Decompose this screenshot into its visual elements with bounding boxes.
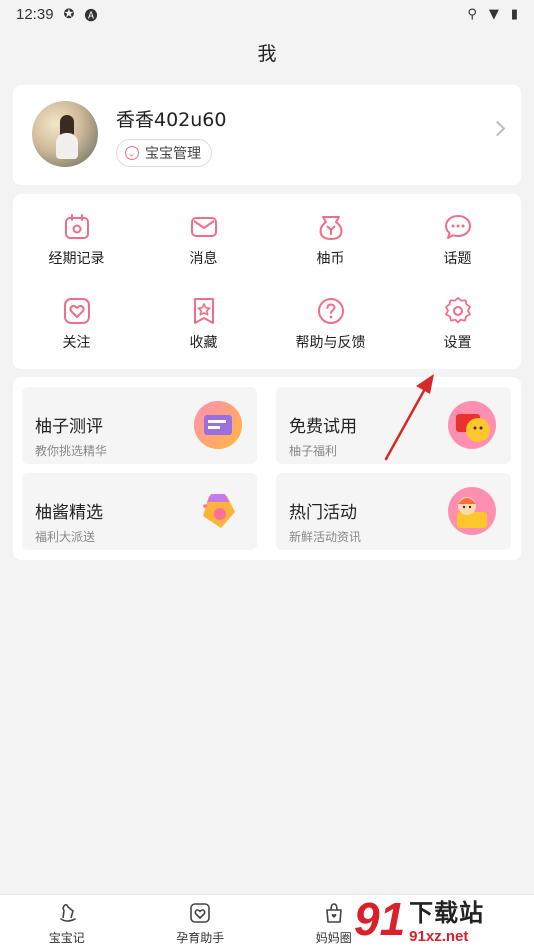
- watermark-domain: 91xz.net: [409, 928, 484, 945]
- bookmark-star-icon: [189, 296, 219, 326]
- promo-title: 柚子测评: [35, 412, 103, 437]
- tab-label: 孕育助手: [176, 929, 224, 946]
- grid-item-label: 帮助与反馈: [296, 332, 366, 352]
- heart-card-icon: [188, 901, 212, 925]
- tab-label: 宝宝记: [49, 929, 85, 946]
- avatar[interactable]: [32, 101, 98, 167]
- status-time: 12:39: [16, 6, 54, 23]
- grid-item-follow[interactable]: 关注: [13, 282, 140, 366]
- promo-tile-events[interactable]: 热门活动 新鲜活动资讯: [276, 473, 511, 550]
- rocking-horse-icon: [55, 901, 79, 925]
- site-watermark: 91 下载站 91xz.net: [354, 888, 534, 950]
- character-illustration-icon: [447, 486, 497, 536]
- a-icon: 🅐: [84, 5, 97, 24]
- profile-card[interactable]: 香香402u60 宝宝管理: [13, 85, 521, 185]
- location-icon: ⚲: [467, 7, 477, 22]
- baby-face-icon: [125, 146, 139, 160]
- red-envelope-illustration-icon: [447, 400, 497, 450]
- tab-baby-diary[interactable]: 宝宝记: [0, 895, 134, 951]
- gift-pouch-illustration-icon: [193, 486, 243, 536]
- promo-subtitle: 新鲜活动资讯: [289, 528, 361, 545]
- grid-item-label: 关注: [63, 332, 91, 352]
- watermark-logo: 91: [354, 892, 405, 946]
- grid-item-settings[interactable]: 设置: [394, 282, 521, 366]
- page-title-bar: 我: [0, 28, 534, 76]
- grid-item-label: 话题: [444, 248, 472, 268]
- bag-icon: [322, 901, 346, 925]
- username: 香香402u60: [116, 105, 226, 132]
- page-title: 我: [257, 39, 276, 66]
- promo-subtitle: 柚子福利: [289, 442, 337, 459]
- baby-management-button[interactable]: 宝宝管理: [116, 139, 212, 167]
- question-icon: [316, 296, 346, 326]
- grid-item-label: 设置: [444, 332, 472, 352]
- coin-bag-icon: [316, 212, 346, 242]
- grid-item-label: 经期记录: [49, 248, 105, 268]
- grid-item-coins[interactable]: 柚币: [267, 198, 394, 282]
- promo-subtitle: 教你挑选精华: [35, 442, 107, 459]
- chat-bubble-icon: [443, 212, 473, 242]
- gear-icon: [443, 296, 473, 326]
- review-chat-illustration-icon: [193, 400, 243, 450]
- promo-title: 柚酱精选: [35, 498, 103, 523]
- chevron-right-icon[interactable]: [490, 121, 506, 137]
- heart-icon: [62, 296, 92, 326]
- promo-tile-selection[interactable]: 柚酱精选 福利大派送: [22, 473, 257, 550]
- grid-item-topics[interactable]: 话题: [394, 198, 521, 282]
- watermark-text: 下载站: [409, 893, 484, 928]
- grid-item-favorites[interactable]: 收藏: [140, 282, 267, 366]
- promo-tile-free-trial[interactable]: 免费试用 柚子福利: [276, 387, 511, 464]
- promo-title: 热门活动: [289, 498, 357, 523]
- tab-parenting-assistant[interactable]: 孕育助手: [134, 895, 268, 951]
- grid-item-help-feedback[interactable]: 帮助与反馈: [267, 282, 394, 366]
- tab-label: 妈妈圈: [316, 929, 352, 946]
- status-bar: 12:39 ✪ 🅐 ⚲ ▼ ▮: [0, 0, 534, 28]
- grid-item-period-record[interactable]: 经期记录: [13, 198, 140, 282]
- calendar-icon: [62, 212, 92, 242]
- promo-card: 柚子测评 教你挑选精华 免费试用 柚子福利 柚酱精选 福利大派送: [13, 377, 521, 560]
- envelope-icon: [189, 212, 219, 242]
- grid-item-label: 收藏: [190, 332, 218, 352]
- grid-item-label: 消息: [190, 248, 218, 268]
- function-grid-card: 经期记录 消息 柚币 话题: [13, 194, 521, 369]
- promo-subtitle: 福利大派送: [35, 528, 95, 545]
- settings-sync-icon: ✪: [64, 7, 75, 22]
- promo-title: 免费试用: [289, 412, 357, 437]
- grid-item-label: 柚币: [317, 248, 345, 268]
- wifi-icon: ▼: [489, 7, 499, 22]
- grid-item-messages[interactable]: 消息: [140, 198, 267, 282]
- battery-icon: ▮: [511, 7, 518, 22]
- promo-tile-review[interactable]: 柚子测评 教你挑选精华: [22, 387, 257, 464]
- baby-management-label: 宝宝管理: [145, 143, 201, 163]
